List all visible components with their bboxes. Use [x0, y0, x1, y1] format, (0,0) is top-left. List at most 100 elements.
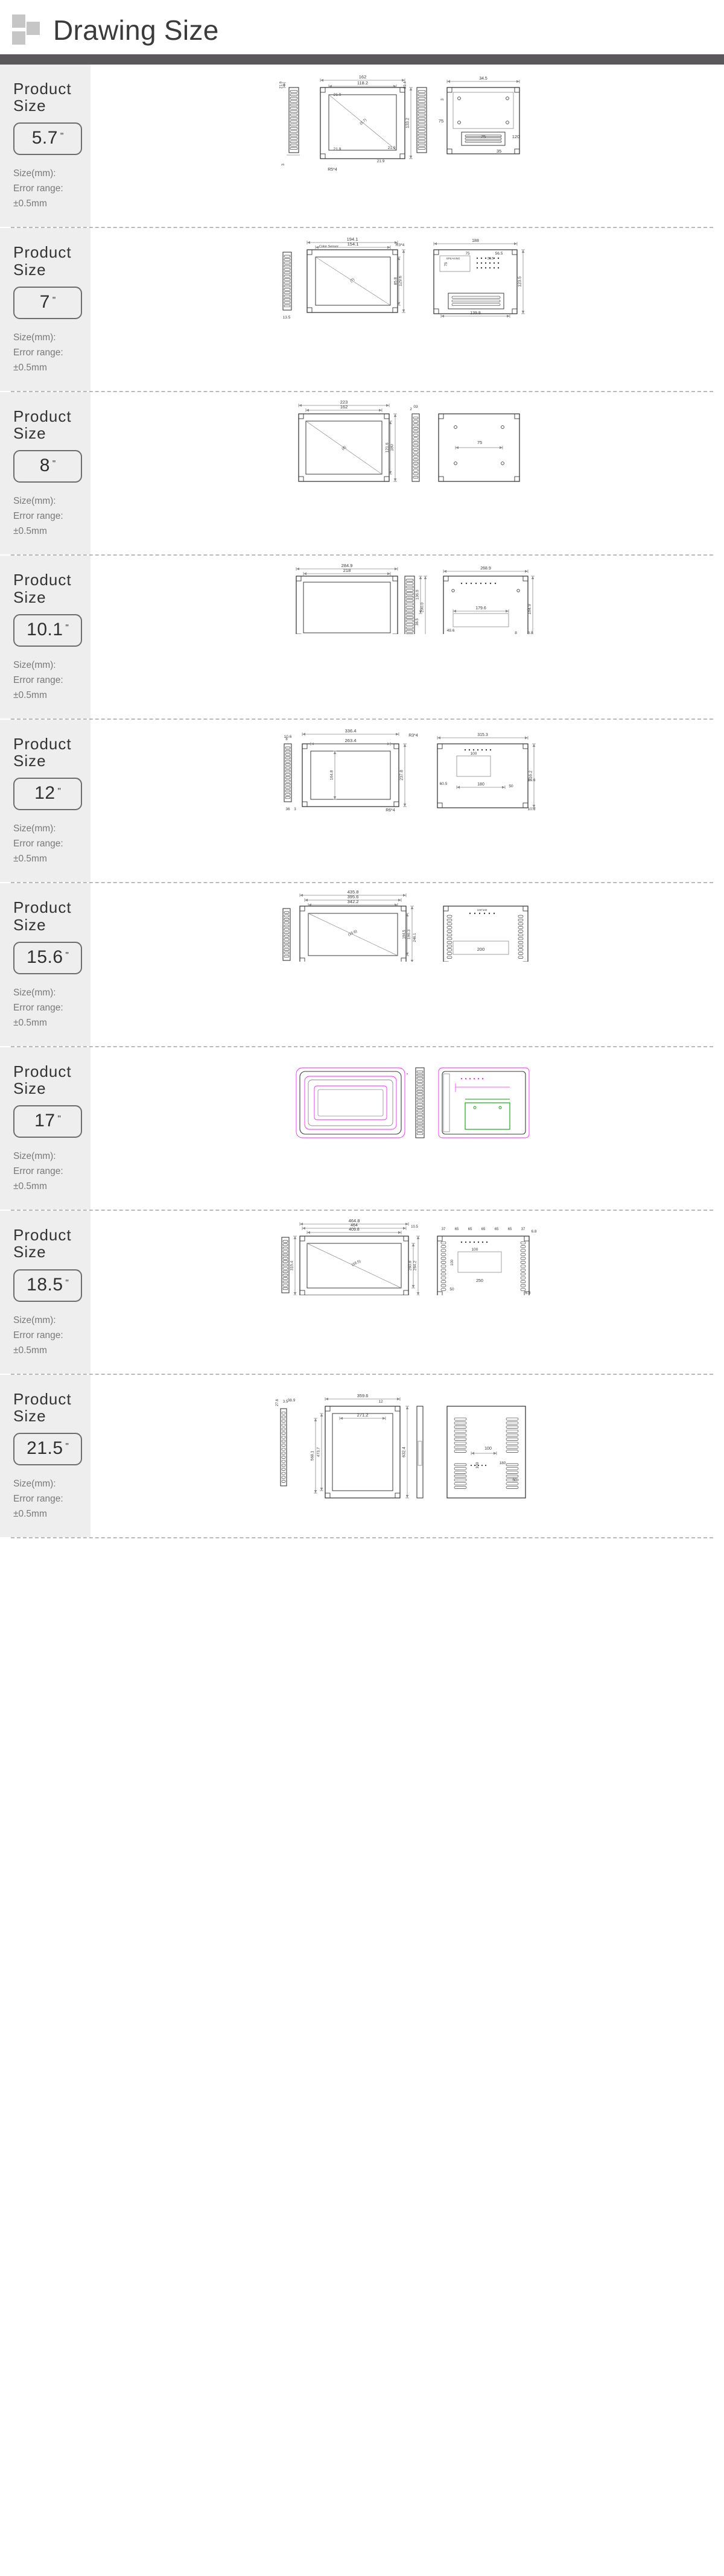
svg-text:136.0: 136.0 [416, 590, 420, 600]
size-chip-10.1[interactable]: 10.1 " [13, 614, 82, 647]
tolerance-value: ±0.5mm [13, 526, 47, 537]
size-chip-17[interactable]: 17 " [13, 1105, 82, 1138]
svg-text:200.0: 200.0 [421, 603, 425, 613]
svg-text:133.2: 133.2 [406, 118, 410, 128]
size-mm-label: Size(mm): [13, 659, 56, 670]
page-header: Drawing Size [0, 0, 724, 47]
svg-text:65: 65 [468, 1228, 472, 1231]
size-word: Size [13, 588, 46, 606]
drawing-21.5: 27.6 38.9 359.6 271.2 473.7 632.4 568.1 12 3.5 10… [91, 1374, 724, 1526]
size-chip-15.6[interactable]: 15.6 " [13, 941, 82, 974]
svg-text:21.9: 21.9 [280, 81, 284, 89]
size-chip-8[interactable]: 8 " [13, 450, 82, 483]
svg-text:65: 65 [495, 1228, 499, 1231]
svg-text:36.5: 36.5 [487, 257, 494, 261]
product-word: Product [13, 243, 72, 262]
svg-text:36: 36 [285, 807, 290, 811]
product-size-heading: Product Size [13, 571, 91, 605]
size-chip-12[interactable]: 12 " [13, 778, 82, 811]
svg-text:21.9: 21.9 [388, 146, 396, 150]
size-value: 7 [39, 291, 50, 312]
svg-text:271.2: 271.2 [357, 1412, 369, 1418]
product-row: Product Size 18.5 " Size(mm): Error rang… [0, 1211, 724, 1374]
product-word: Product [13, 1389, 72, 1408]
svg-text:75: 75 [477, 440, 482, 445]
size-word: Size [13, 1406, 46, 1425]
inch-mark: " [52, 294, 56, 305]
inch-mark: " [65, 1277, 69, 1288]
svg-text:194.5: 194.5 [403, 930, 407, 939]
product-label-17: Product Size 17 " Size(mm): Error range:… [0, 1047, 91, 1210]
drawing-7: 13.5 (7) Color Sensor 194.1 154.1 129.6 85.8 R3… [91, 228, 724, 331]
product-size-heading: Product Size [13, 899, 91, 933]
size-word: Size [13, 1243, 46, 1261]
product-row: Product Size 21.5 " Size(mm): Error rang… [0, 1374, 724, 1538]
product-label-8: Product Size 8 " Size(mm): Error range: … [0, 392, 91, 555]
svg-text:75: 75 [439, 118, 443, 124]
svg-text:121.6: 121.6 [386, 442, 390, 452]
size-meta: Size(mm): Error range: ±0.5mm [13, 1476, 91, 1521]
svg-text:60.5: 60.5 [440, 782, 448, 786]
drawing-15.6: 40(15.6)435.8395.6342.2196.3194.5246.110… [91, 883, 724, 962]
product-label-21.5: Product Size 21.5 " Size(mm): Error rang… [0, 1374, 91, 1538]
size-meta: Size(mm): Error range: ±0.5mm [13, 1149, 91, 1194]
svg-text:65: 65 [455, 1228, 459, 1231]
svg-text:409.8: 409.8 [349, 1228, 360, 1232]
svg-text:65: 65 [508, 1228, 512, 1231]
error-range-label: Error range: [13, 347, 63, 358]
drawing-8: (8) 223 162 180 121.6 03 2 75 [91, 392, 724, 483]
page-title: Drawing Size [53, 14, 219, 46]
svg-text:21.9: 21.9 [334, 93, 341, 97]
svg-text:180: 180 [500, 1461, 506, 1465]
cad-drawing-svg: (8)223162180121.603275 [262, 392, 552, 483]
size-chip-18.5[interactable]: 18.5 " [13, 1269, 82, 1302]
size-meta: Size(mm): Error range: ±0.5mm [13, 985, 91, 1030]
product-word: Product [13, 1062, 72, 1080]
tolerance-value: ±0.5mm [13, 362, 47, 373]
cad-drawing-svg: 10.6836 3336.4263.4164.8 237.8R3*4R6*41003… [262, 719, 552, 816]
svg-text:250: 250 [476, 1279, 483, 1283]
svg-text:184.9: 184.9 [528, 604, 532, 615]
svg-text:164.8: 164.8 [330, 770, 334, 780]
inch-mark: " [60, 131, 64, 142]
product-size-heading: Product Size [13, 80, 91, 114]
svg-text:100: 100 [484, 1447, 492, 1451]
svg-text:49.6: 49.6 [447, 629, 455, 633]
size-value: 5.7 [31, 128, 58, 148]
product-size-heading: Product Size [13, 1063, 91, 1097]
tolerance-value: ±0.5mm [13, 854, 47, 864]
product-row: Product Size 10.1 " Size(mm): Error rang… [0, 556, 724, 719]
inch-mark: " [52, 458, 56, 469]
size-value: 21.5 [27, 1438, 63, 1459]
tolerance-value: ±0.5mm [13, 1017, 47, 1028]
cad-drawing-svg: 13.5(7)Color Sensor194.1154.1129.685.8R3… [262, 228, 552, 331]
product-label-7: Product Size 7 " Size(mm): Error range: … [0, 228, 91, 391]
svg-text:10.6: 10.6 [528, 807, 536, 811]
svg-text:3: 3 [281, 163, 285, 166]
svg-text:75: 75 [481, 134, 486, 139]
svg-text:85.8: 85.8 [394, 278, 398, 285]
size-chip-21.5[interactable]: 21.5 " [13, 1433, 82, 1466]
size-value: 10.1 [27, 619, 63, 639]
svg-text:464.8: 464.8 [349, 1218, 360, 1223]
svg-text:75: 75 [445, 262, 448, 266]
size-chip-7[interactable]: 7 " [13, 286, 82, 319]
product-rows: Product Size 5.7 " Size(mm): Error range… [0, 65, 724, 1539]
size-chip-5.7[interactable]: 5.7 " [13, 122, 82, 156]
svg-text:196.3: 196.3 [407, 930, 411, 940]
svg-text:Color Sensor: Color Sensor [319, 245, 338, 249]
product-row: Product Size 7 " Size(mm): Error range: … [0, 228, 724, 391]
size-meta: Size(mm): Error range: ±0.5mm [13, 166, 91, 211]
svg-text:200: 200 [477, 947, 485, 952]
product-row: Product Size 5.7 " Size(mm): Error range… [0, 65, 724, 227]
svg-text:3.5: 3.5 [283, 1400, 288, 1404]
inch-mark: " [65, 622, 69, 633]
svg-text:180: 180 [390, 444, 395, 451]
product-size-heading: Product Size [13, 408, 91, 442]
svg-text:R3*4: R3*4 [396, 243, 405, 247]
cad-drawing-svg: 27.6 38.9 359.6 271.2 473.7 632.4 568.1 12 3.5 10… [262, 1374, 552, 1526]
product-word: Product [13, 898, 72, 917]
svg-text:3: 3 [440, 98, 445, 101]
svg-text:246.1: 246.1 [413, 933, 417, 942]
svg-text:218: 218 [343, 568, 351, 573]
